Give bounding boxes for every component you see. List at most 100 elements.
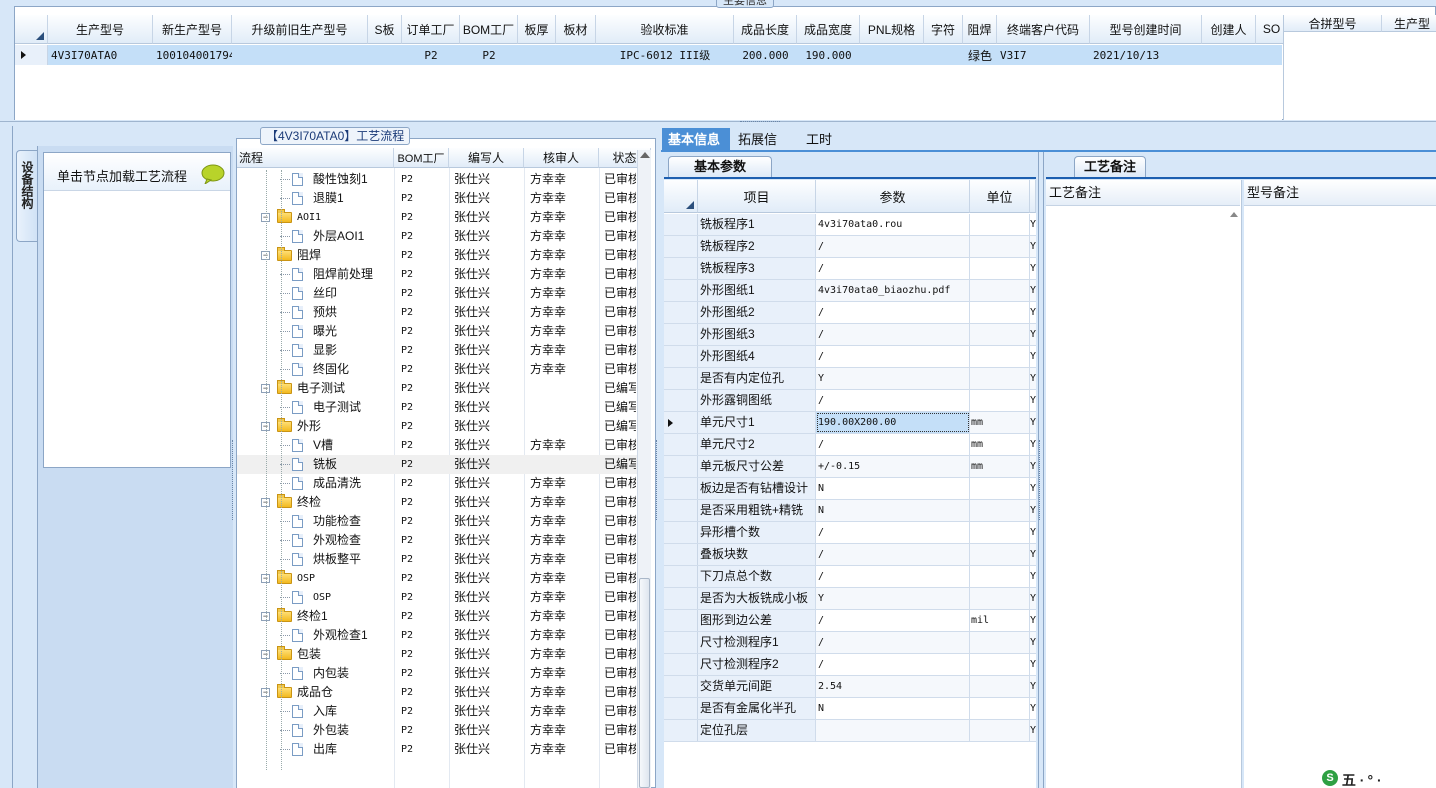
process-row[interactable]: 终固化 P2 张仕兴 方幸幸 已审核: [237, 360, 647, 379]
param-value[interactable]: N: [816, 478, 970, 499]
param-value[interactable]: Y: [816, 368, 970, 389]
top-grid-header-9[interactable]: 成品长度: [734, 15, 797, 44]
param-row-selector[interactable]: [664, 720, 698, 741]
param-value[interactable]: N: [816, 500, 970, 521]
param-value[interactable]: Y: [816, 588, 970, 609]
top-grid-header-4[interactable]: 订单工厂: [402, 15, 460, 44]
param-row-selector[interactable]: [664, 698, 698, 719]
process-header-2[interactable]: 编写人: [449, 148, 524, 168]
params-header-1[interactable]: 参数: [816, 180, 970, 213]
process-row[interactable]: − 成品仓 P2 张仕兴 方幸幸 已审核: [237, 683, 647, 702]
process-row[interactable]: 显影 P2 张仕兴 方幸幸 已审核: [237, 341, 647, 360]
process-row[interactable]: − OSP P2 张仕兴 方幸幸 已审核: [237, 569, 647, 588]
param-row-selector[interactable]: [664, 434, 698, 455]
param-row[interactable]: 单元尺寸2/mm Y: [664, 434, 1036, 456]
param-row[interactable]: 板边是否有钻槽设计 N Y: [664, 478, 1036, 500]
model-remark-box[interactable]: 型号备注: [1244, 180, 1436, 788]
splitter-mid[interactable]: [656, 440, 660, 520]
process-row[interactable]: 外包装 P2 张仕兴 方幸幸 已审核: [237, 721, 647, 740]
process-row[interactable]: 丝印 P2 张仕兴 方幸幸 已审核: [237, 284, 647, 303]
process-row[interactable]: − 外形 P2 张仕兴 已编写: [237, 417, 647, 436]
param-row[interactable]: 外形图纸1 4v3i70ata0_biaozhu.pdf Y: [664, 280, 1036, 302]
scroll-up-icon[interactable]: [640, 152, 650, 158]
param-row[interactable]: 叠板块数 / Y: [664, 544, 1036, 566]
top-grid-header-7[interactable]: 板材: [556, 15, 596, 44]
param-row-selector[interactable]: [664, 390, 698, 411]
param-row-selector[interactable]: [664, 324, 698, 345]
process-row[interactable]: 电子测试 P2 张仕兴 已编写: [237, 398, 647, 417]
param-row-selector[interactable]: [664, 654, 698, 675]
top-grid-header-12[interactable]: 字符: [924, 15, 963, 44]
side-grid-header-1[interactable]: 生产型: [1382, 15, 1436, 32]
process-row[interactable]: 烘板整平 P2 张仕兴 方幸幸 已审核: [237, 550, 647, 569]
process-row[interactable]: V槽 P2 张仕兴 方幸幸 已审核: [237, 436, 647, 455]
param-row-selector[interactable]: [664, 280, 698, 301]
top-grid-header-3[interactable]: S板: [368, 15, 402, 44]
top-grid-header-0[interactable]: 生产型号: [48, 15, 153, 44]
process-row[interactable]: 内包装 P2 张仕兴 方幸幸 已审核: [237, 664, 647, 683]
process-row[interactable]: 酸性蚀刻1 P2 张仕兴 方幸幸 已审核: [237, 170, 647, 189]
param-row-selector[interactable]: [664, 302, 698, 323]
top-grid-header-15[interactable]: 型号创建时间: [1090, 15, 1202, 44]
param-row-selector[interactable]: [664, 258, 698, 279]
remarks-tab[interactable]: 工艺备注: [1074, 156, 1146, 178]
process-row[interactable]: 外观检查1 P2 张仕兴 方幸幸 已审核: [237, 626, 647, 645]
process-row[interactable]: 成品清洗 P2 张仕兴 方幸幸 已审核: [237, 474, 647, 493]
param-value[interactable]: /: [816, 632, 970, 653]
top-grid-header-10[interactable]: 成品宽度: [797, 15, 860, 44]
top-grid-header-16[interactable]: 创建人: [1202, 15, 1256, 44]
top-grid-header-2[interactable]: 升级前旧生产型号: [232, 15, 368, 44]
param-row-selector[interactable]: [664, 632, 698, 653]
top-grid-header-8[interactable]: 验收标准: [596, 15, 734, 44]
param-row[interactable]: 尺寸检测程序1/ Y: [664, 632, 1036, 654]
top-grid-row[interactable]: 4V3I70ATA0 10010400179489 P2 P2 IPC-6012 III…: [15, 45, 1282, 65]
param-row[interactable]: 铣板程序1 4v3i70ata0.rou Y: [664, 214, 1036, 236]
process-row[interactable]: − 终检 P2 张仕兴 方幸幸 已审核: [237, 493, 647, 512]
param-row-selector[interactable]: [664, 588, 698, 609]
param-value[interactable]: /: [816, 434, 970, 455]
param-value[interactable]: [816, 720, 970, 741]
param-value[interactable]: /: [816, 566, 970, 587]
params-header-2[interactable]: 单位: [970, 180, 1030, 213]
top-grid[interactable]: 生产型号 新生产型号 升级前旧生产型号 S板 订单工厂 BOM工厂 板厚 板材 验收标准 成品长度…: [15, 15, 1289, 120]
process-row[interactable]: 曝光 P2 张仕兴 方幸幸 已审核: [237, 322, 647, 341]
param-value[interactable]: /: [816, 236, 970, 257]
param-row-selector[interactable]: [664, 566, 698, 587]
param-row[interactable]: 是否采用粗铣+精铣 N Y: [664, 500, 1036, 522]
param-row[interactable]: 外形露铜图纸 / Y: [664, 390, 1036, 412]
top-grid-header-6[interactable]: 板厚: [518, 15, 556, 44]
param-row[interactable]: 下刀点总个数 / Y: [664, 566, 1036, 588]
param-row[interactable]: 铣板程序3/ Y: [664, 258, 1036, 280]
param-row-selector[interactable]: [664, 368, 698, 389]
param-value[interactable]: /: [816, 346, 970, 367]
param-value[interactable]: /: [816, 324, 970, 345]
param-row-selector[interactable]: [664, 522, 698, 543]
param-value[interactable]: +/-0.15: [816, 456, 970, 477]
param-value[interactable]: /: [816, 544, 970, 565]
param-value[interactable]: /: [816, 258, 970, 279]
param-row[interactable]: 单元尺寸1 190.00X200.00 mm Y: [664, 412, 1036, 434]
param-value[interactable]: 4v3i70ata0_biaozhu.pdf: [816, 280, 970, 301]
param-row[interactable]: 外形图纸3/ Y: [664, 324, 1036, 346]
splitter-top[interactable]: [740, 121, 780, 125]
param-value[interactable]: 4v3i70ata0.rou: [816, 214, 970, 235]
process-row[interactable]: 出库 P2 张仕兴 方幸幸 已审核: [237, 740, 647, 759]
param-row-selector[interactable]: [664, 676, 698, 697]
process-row[interactable]: 阻焊前处理 P2 张仕兴 方幸幸 已审核: [237, 265, 647, 284]
process-row[interactable]: 功能检查 P2 张仕兴 方幸幸 已审核: [237, 512, 647, 531]
process-row[interactable]: 外层AOI1 P2 张仕兴 方幸幸 已审核: [237, 227, 647, 246]
param-row[interactable]: 外形图纸4/ Y: [664, 346, 1036, 368]
param-row[interactable]: 是否为大板铣成小板 Y Y: [664, 588, 1036, 610]
params-grid[interactable]: 项目 参数 单位 铣板程序1 4v3i70ata0.rou Y 铣板程序2/Y 铣板程序3/Y…: [664, 180, 1036, 788]
param-value[interactable]: /: [816, 654, 970, 675]
param-row[interactable]: 是否有内定位孔 Y Y: [664, 368, 1036, 390]
process-row[interactable]: 铣板 P2 张仕兴 已编写: [237, 455, 647, 474]
param-value[interactable]: 2.54: [816, 676, 970, 697]
process-header-1[interactable]: BOM工厂: [394, 148, 449, 168]
top-grid-header-5[interactable]: BOM工厂: [460, 15, 518, 44]
detail-tab-0[interactable]: 基本信息: [662, 128, 730, 151]
param-row-selector[interactable]: [664, 544, 698, 565]
process-tree-grid[interactable]: 流程 BOM工厂 编写人 核审人 状态 酸性蚀刻1 P2 张仕兴 方幸幸 已审核 退膜1 P2 张仕兴方…: [237, 148, 651, 788]
param-value[interactable]: /: [816, 522, 970, 543]
detail-tab-2[interactable]: 工时: [800, 128, 840, 151]
